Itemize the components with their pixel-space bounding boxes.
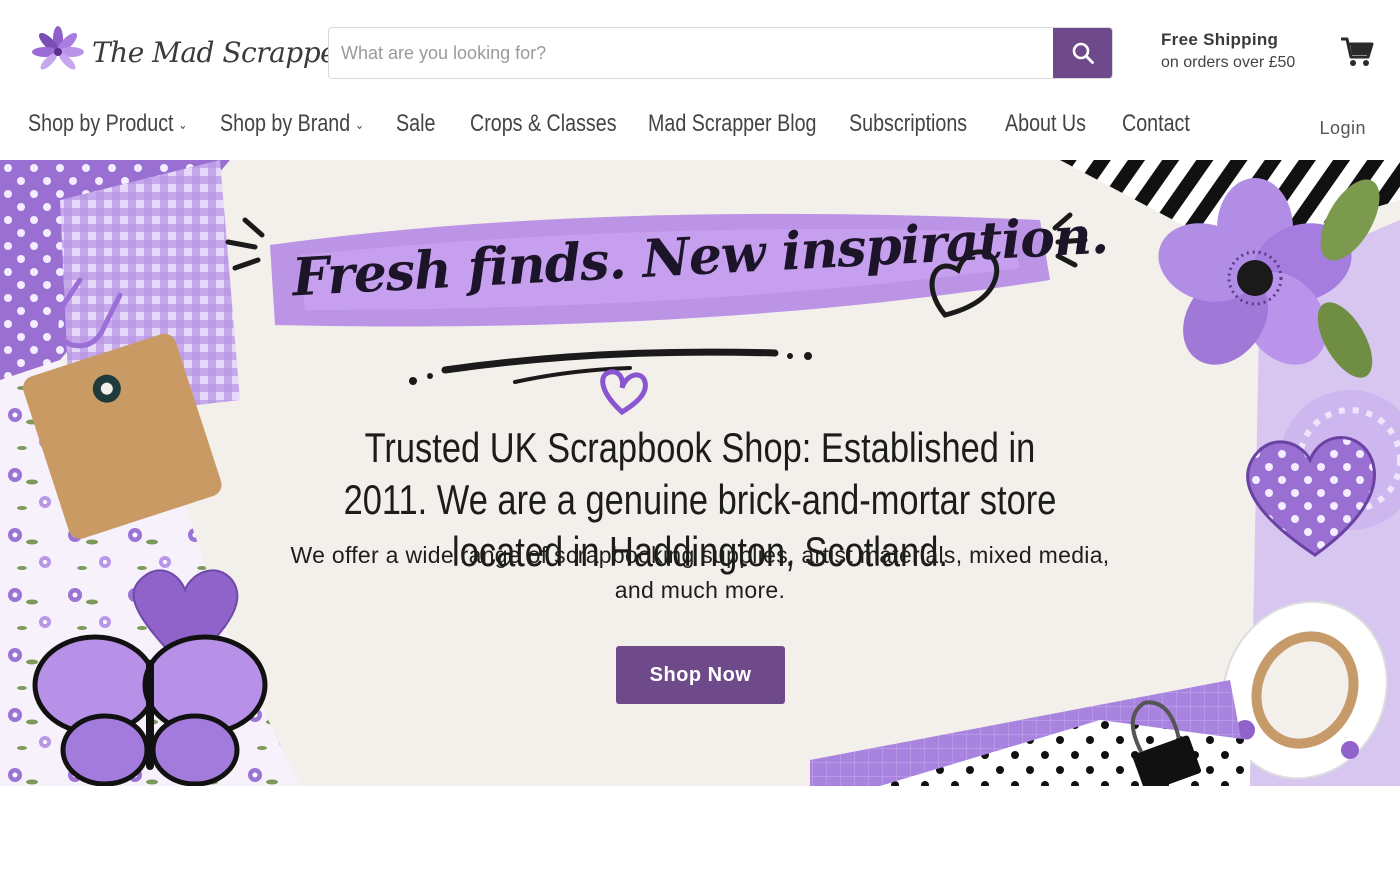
hero-headline: Fresh finds. New inspiration. (290, 204, 1110, 309)
chevron-down-icon: ⌄ (355, 116, 365, 132)
cart-icon (1341, 37, 1374, 66)
hero-banner: Fresh finds. New inspiration. Trusted UK… (0, 160, 1400, 786)
nav-contact[interactable]: Contact (1122, 110, 1190, 138)
hero-content: Fresh finds. New inspiration. Trusted UK… (0, 160, 1400, 786)
chevron-down-icon: ⌄ (178, 116, 188, 132)
logo-text: The Mad Scrapper (92, 35, 350, 69)
search-input[interactable] (329, 28, 1053, 78)
nav-label: Mad Scrapper Blog (648, 110, 817, 137)
nav-subscriptions[interactable]: Subscriptions (849, 110, 967, 138)
site-logo[interactable]: The Mad Scrapper (30, 22, 350, 82)
shipping-subtitle: on orders over £50 (1161, 54, 1296, 71)
search-bar (328, 27, 1113, 79)
nav-about-us[interactable]: About Us (1005, 110, 1086, 138)
nav-sale[interactable]: Sale (396, 110, 435, 138)
nav-label: Subscriptions (849, 110, 968, 137)
cart-button[interactable] (1340, 36, 1374, 73)
nav-label: Sale (396, 110, 436, 137)
nav-label: Contact (1122, 110, 1190, 137)
nav-blog[interactable]: Mad Scrapper Blog (648, 110, 816, 138)
login-link[interactable]: Login (1319, 118, 1366, 139)
flower-logo-icon (32, 26, 84, 70)
main-nav: Shop by Product ⌄ Shop by Brand ⌄ Sale Cro… (0, 104, 1400, 160)
shipping-title: Free Shipping (1161, 30, 1279, 49)
nav-shop-by-product[interactable]: Shop by Product ⌄ (28, 110, 187, 138)
search-button[interactable] (1053, 28, 1112, 78)
shop-now-button[interactable]: Shop Now (616, 646, 785, 704)
free-shipping-notice: Free Shipping on orders over £50 (1161, 30, 1295, 72)
nav-label: Shop by Product (28, 110, 174, 137)
nav-label: Crops & Classes (470, 110, 617, 137)
nav-shop-by-brand[interactable]: Shop by Brand ⌄ (220, 110, 364, 138)
search-icon (1072, 42, 1094, 64)
nav-crops-classes[interactable]: Crops & Classes (470, 110, 617, 138)
nav-label: About Us (1005, 110, 1086, 137)
nav-label: Shop by Brand (220, 110, 351, 137)
hero-offer-text: We offer a wide range of scrapbooking su… (290, 542, 1110, 603)
site-header: The Mad Scrapper Free Shipping on orders… (0, 0, 1400, 104)
